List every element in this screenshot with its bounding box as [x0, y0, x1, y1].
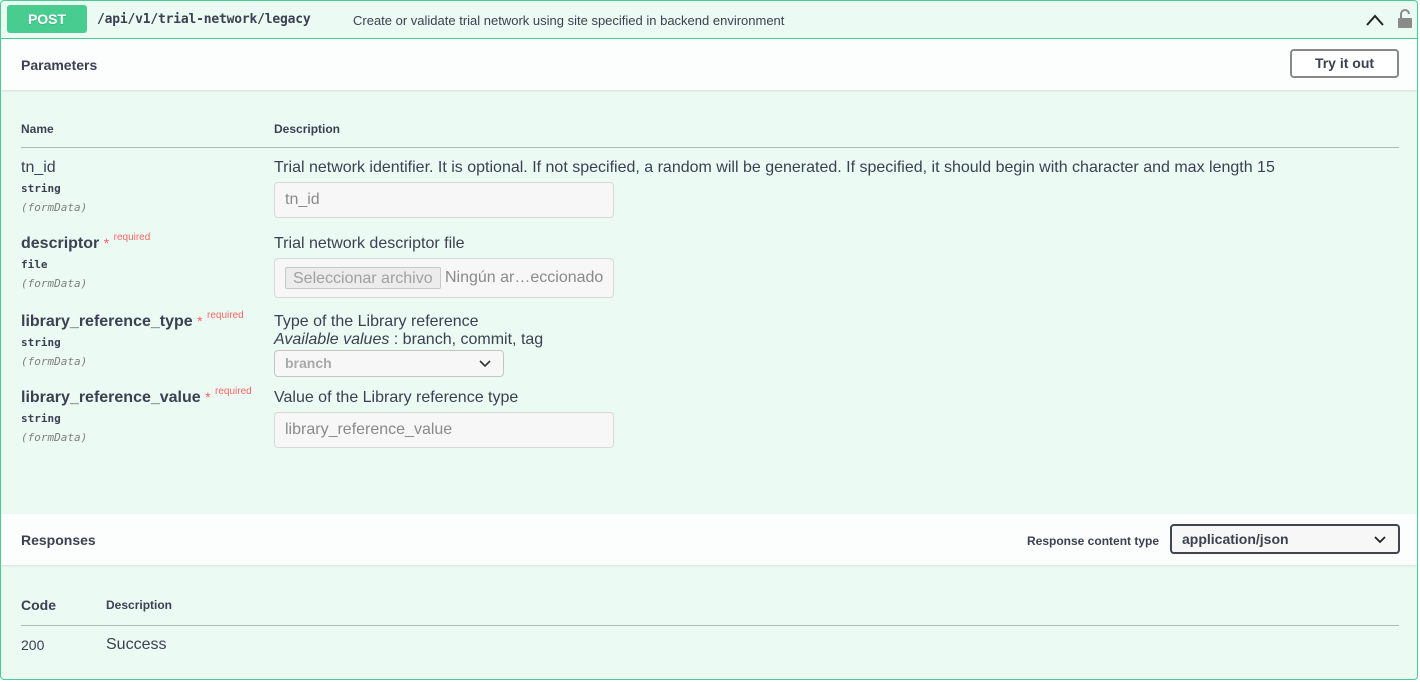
- params-divider: [21, 147, 1399, 148]
- required-star: *: [103, 235, 110, 251]
- library-reference-value-input[interactable]: library_reference_value: [274, 412, 614, 448]
- param-type: string: [21, 336, 61, 349]
- try-it-out-button[interactable]: Try it out: [1290, 49, 1399, 78]
- operation-summary[interactable]: POST /api/v1/trial-network/legacy Create…: [1, 1, 1417, 39]
- response-description: Success: [106, 636, 167, 653]
- param-name-text: library_reference_value: [21, 389, 201, 406]
- param-type: string: [21, 182, 61, 195]
- responses-header: Responses Response content type applicat…: [1, 514, 1417, 565]
- param-description: Value of the Library reference type: [274, 389, 519, 406]
- param-description: Trial network descriptor file: [274, 235, 465, 252]
- param-in: (formData): [21, 201, 88, 214]
- col-response-description-header: Description: [106, 598, 173, 612]
- file-name-text: Ningún ar…eccionado: [445, 269, 604, 286]
- chevron-up-icon[interactable]: [1365, 12, 1385, 28]
- operation-path: /api/v1/trial-network/legacy: [97, 12, 311, 27]
- responses-divider: [21, 625, 1399, 626]
- param-name-library-reference-type: library_reference_type * required: [21, 310, 244, 331]
- param-name-text: descriptor: [21, 235, 100, 252]
- required-star: *: [205, 389, 211, 405]
- parameters-header: Parameters Try it out: [1, 39, 1417, 90]
- response-content-type-select[interactable]: application/json: [1170, 524, 1400, 554]
- param-in: (formData): [21, 355, 88, 368]
- required-star: *: [197, 313, 203, 329]
- select-value: application/json: [1182, 531, 1289, 547]
- param-name-descriptor: descriptor * required: [21, 232, 151, 253]
- operation-summary-text: Create or validate trial network using s…: [353, 13, 785, 28]
- choose-file-button[interactable]: Seleccionar archivo: [285, 267, 441, 289]
- col-description-header: Description: [274, 122, 341, 136]
- param-type: file: [21, 258, 48, 271]
- param-name-tn-id: tn_id: [21, 159, 56, 176]
- unlock-icon[interactable]: [1397, 9, 1413, 29]
- available-values-label: Available values: [274, 331, 390, 348]
- available-values-list: : branch, commit, tag: [389, 331, 544, 348]
- available-values: Available values : branch, commit, tag: [274, 331, 543, 349]
- descriptor-file-input[interactable]: Seleccionar archivo Ningún ar…eccionado: [274, 258, 614, 298]
- operation-block: POST /api/v1/trial-network/legacy Create…: [0, 0, 1418, 680]
- library-reference-type-select[interactable]: branch: [274, 350, 504, 377]
- response-content-type-label: Response content type: [1027, 534, 1160, 548]
- required-label: required: [113, 232, 151, 243]
- required-label: required: [215, 386, 252, 397]
- col-name-header: Name: [21, 122, 54, 136]
- tn-id-input[interactable]: tn_id: [274, 182, 614, 218]
- responses-title: Responses: [21, 532, 96, 548]
- param-type: string: [21, 412, 61, 425]
- param-in: (formData): [21, 277, 88, 290]
- param-in: (formData): [21, 431, 88, 444]
- method-badge: POST: [7, 5, 87, 33]
- col-code-header: Code: [21, 597, 56, 613]
- required-label: required: [207, 310, 244, 321]
- param-description: Trial network identifier. It is optional…: [274, 159, 1275, 176]
- chevron-down-icon: [1374, 536, 1386, 544]
- param-description: Type of the Library reference: [274, 313, 479, 330]
- param-name-text: library_reference_type: [21, 313, 193, 330]
- select-value: branch: [285, 355, 332, 371]
- param-name-library-reference-value: library_reference_value * required: [21, 386, 252, 407]
- parameters-title: Parameters: [21, 57, 98, 73]
- response-code: 200: [21, 637, 45, 653]
- chevron-down-icon: [479, 360, 491, 368]
